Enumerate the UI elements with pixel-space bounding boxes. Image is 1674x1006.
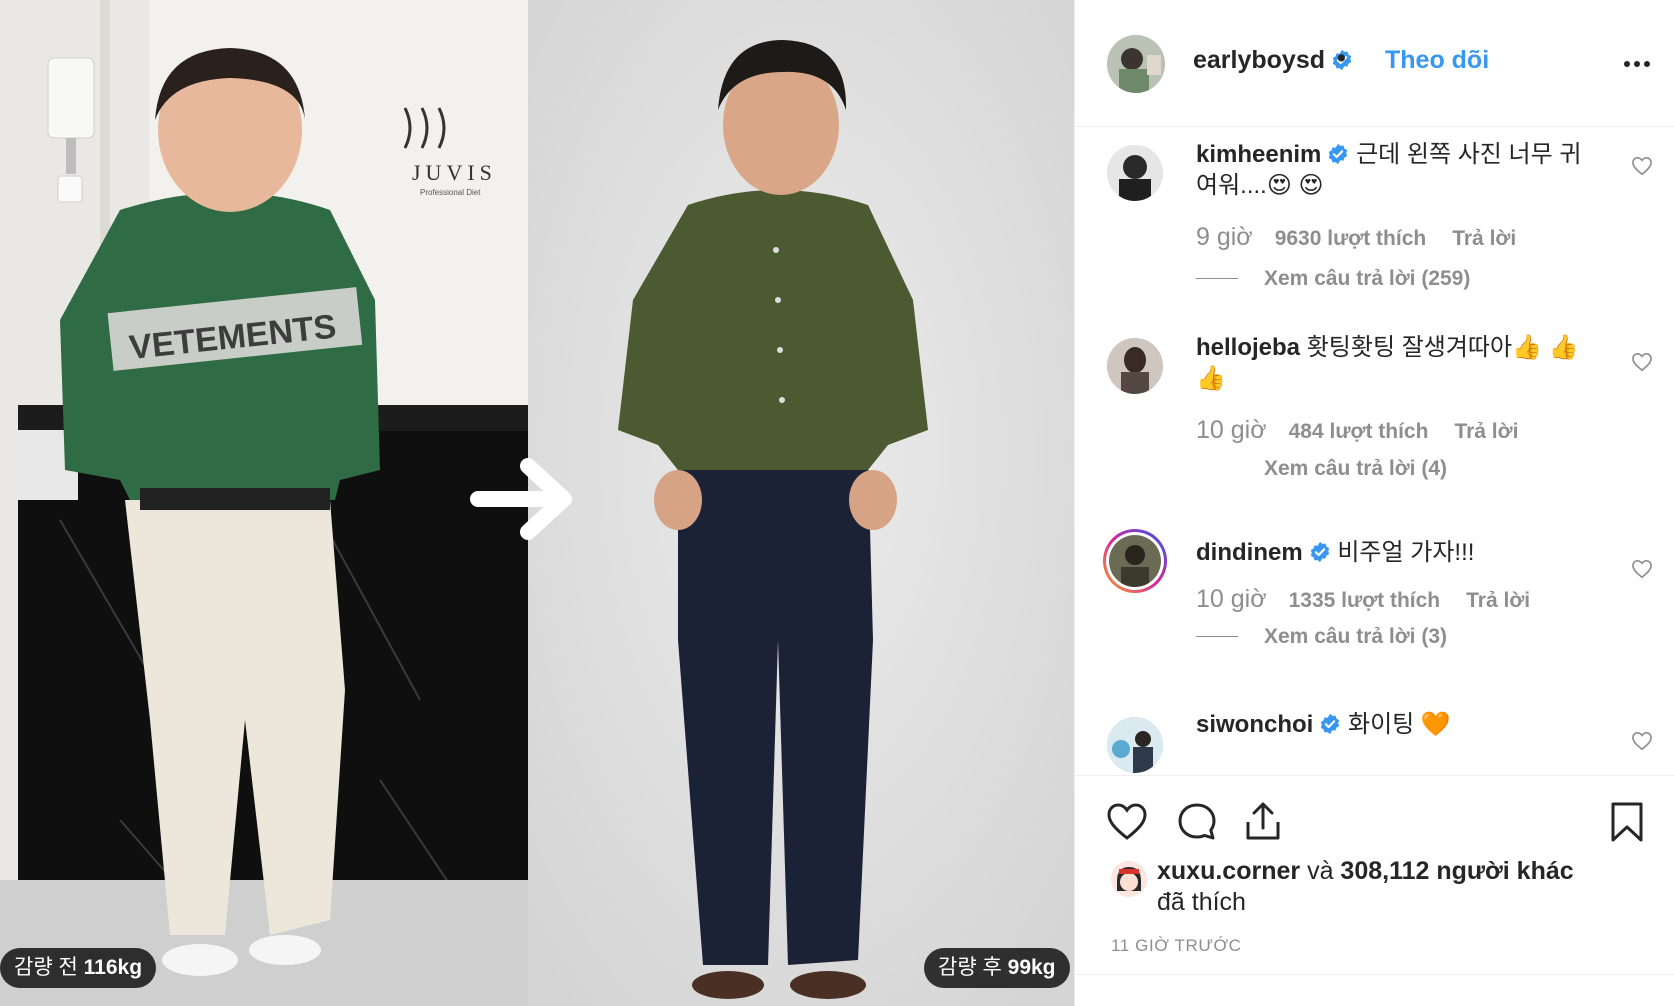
replies-divider-line [1196,278,1238,279]
comment-like-icon[interactable] [1631,559,1653,579]
liked-by-suffix: đã thích [1157,888,1246,916]
author-username-text[interactable]: earlyboysd [1193,46,1325,74]
comment-time: 10 giờ [1196,416,1267,444]
reply-button[interactable]: Trả lời [1454,420,1518,443]
view-replies-label[interactable]: Xem câu trả lời (3) [1264,625,1447,648]
commenter-username[interactable]: dindinem [1196,539,1303,566]
before-weight-value: 116kg [83,956,143,979]
liked-by-avatar[interactable] [1111,861,1147,897]
comment-text: kimheenim 근데 왼쪽 사진 너무 귀여워....😍 😍 [1196,139,1596,201]
post-sidebar: earlyboysd • Theo dõi kimheenim 근데 왼쪽 사진… [1074,0,1674,1006]
post-timestamp[interactable]: 11 GIỜ TRƯỚC [1111,936,1242,956]
comment-like-icon[interactable] [1631,156,1653,176]
replies-divider-line [1196,636,1238,637]
comment-likes[interactable]: 484 lượt thích [1289,420,1429,443]
reply-button[interactable]: Trả lời [1452,227,1516,250]
verified-badge-icon [1310,541,1329,563]
share-icon[interactable] [1241,800,1285,844]
comment-text: siwonchoi 화이팅 🧡 [1196,709,1596,740]
post-header: earlyboysd • Theo dõi [1075,0,1674,127]
post-actions: xuxu.corner và 308,112 người khác đã thí… [1075,775,1674,1006]
post-photo[interactable]: VETEMENTS JUVIS Professional Diet 감량 전 1… [0,0,1074,1006]
comment-icon[interactable] [1175,800,1219,844]
view-replies-label[interactable]: Xem câu trả lời (4) [1264,457,1447,480]
comment-likes[interactable]: 1335 lượt thích [1289,589,1441,612]
liked-by-count[interactable]: 308,112 người khác [1340,857,1573,885]
after-weight-label: 감량 후 99kg [924,948,1070,988]
commenter-username[interactable]: kimheenim [1196,141,1321,168]
heart-icon[interactable] [1105,800,1149,844]
liked-by-summary: xuxu.corner và 308,112 người khác đã thí… [1157,856,1637,918]
view-replies-label[interactable]: Xem câu trả lời (259) [1264,267,1470,290]
comment-time: 9 giờ [1196,223,1253,251]
comment-like-icon[interactable] [1631,731,1653,751]
liked-by-and: và [1307,857,1334,885]
reply-button[interactable]: Trả lời [1466,589,1530,612]
verified-badge-icon [1329,143,1348,165]
view-replies-button[interactable]: Xem câu trả lời (3) [1196,625,1447,649]
comment-meta: 10 giờ 1335 lượt thích Trả lời [1196,585,1530,614]
comment-body: 비주얼 가자!!! [1337,539,1475,566]
brand-logo-subtext: Professional Diet [420,188,481,197]
comment-meta: 9 giờ 9630 lượt thích Trả lời [1196,223,1516,252]
commenter-avatar [1109,535,1161,587]
commenter-avatar[interactable] [1107,717,1163,773]
more-options-icon[interactable] [1623,52,1651,76]
author-avatar[interactable] [1107,35,1165,93]
comment-like-icon[interactable] [1631,352,1653,372]
brand-logo-text: JUVIS [412,160,497,185]
arrow-right-icon [470,458,572,540]
after-photo [528,0,1074,1006]
commenter-avatar-story-ring[interactable] [1103,529,1167,593]
after-weight-prefix: 감량 후 [938,956,1002,979]
follow-button[interactable]: Theo dõi [1385,46,1489,75]
verified-badge-icon [1321,713,1340,735]
commenter-avatar[interactable] [1107,145,1163,201]
comment-meta: 10 giờ 484 lượt thích Trả lời [1196,416,1518,445]
before-weight-label: 감량 전 116kg [0,948,157,988]
author-username[interactable]: earlyboysd [1193,46,1353,75]
header-separator: • [1337,44,1346,72]
divider [1075,974,1674,975]
after-weight-value: 99kg [1007,956,1056,979]
commenter-avatar[interactable] [1107,338,1163,394]
liked-by-user[interactable]: xuxu.corner [1157,857,1300,885]
view-replies-button[interactable]: Xem câu trả lời (259) [1196,267,1470,291]
replies-divider-line [1196,468,1238,469]
comments-list[interactable]: kimheenim 근데 왼쪽 사진 너무 귀여워....😍 😍 9 giờ 96… [1075,127,1674,775]
before-weight-prefix: 감량 전 [14,956,78,979]
comment-likes[interactable]: 9630 lượt thích [1275,227,1427,250]
comment-time: 10 giờ [1196,585,1267,613]
commenter-username[interactable]: hellojeba [1196,334,1300,361]
view-replies-button[interactable]: Xem câu trả lời (4) [1196,457,1447,481]
comment-text: hellojeba 홧팅홧팅 잘생겨따아👍 👍 👍 [1196,332,1596,394]
bookmark-icon[interactable] [1605,800,1649,844]
comment-body: 화이팅 🧡 [1348,711,1451,738]
comment-text: dindinem 비주얼 가자!!! [1196,537,1596,568]
commenter-username[interactable]: siwonchoi [1196,711,1313,738]
before-photo: VETEMENTS JUVIS Professional Diet [0,0,528,1006]
